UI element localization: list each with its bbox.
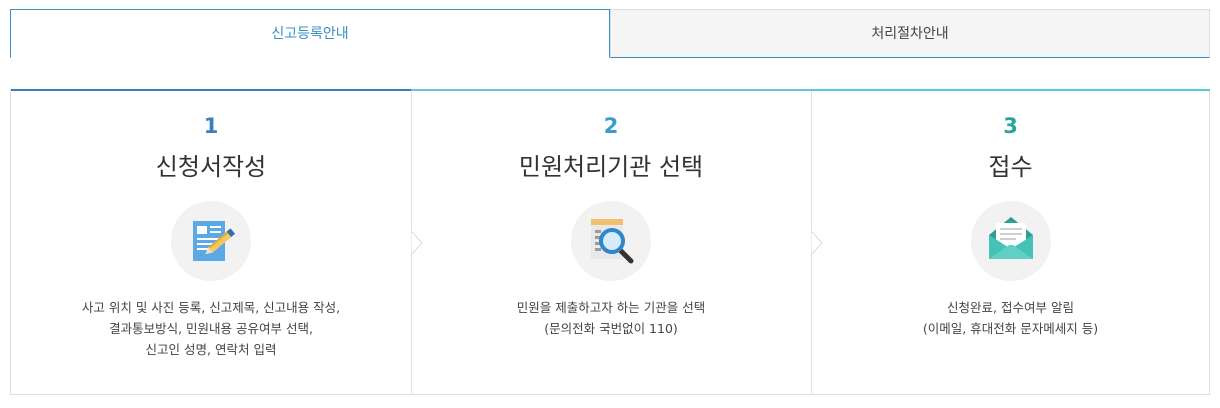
desc-line: 사고 위치 및 사진 등록, 신고제목, 신고내용 작성, xyxy=(81,300,341,315)
desc-line: 민원을 제출하고자 하는 기관을 선택 xyxy=(516,300,706,315)
step-title: 접수 xyxy=(988,153,1033,181)
step-number: 3 xyxy=(1003,114,1018,138)
step-icon-circle xyxy=(971,201,1051,281)
step-title: 신청서작성 xyxy=(155,153,267,181)
step-2: 2 민원처리기관 선택 민원을 제출하고자 하는 기관을 선택 (문의전화 국번… xyxy=(411,89,811,395)
step-1-accent-bar xyxy=(11,89,411,91)
step-number: 2 xyxy=(603,114,619,138)
desc-line: (문의전화 국번없이 110) xyxy=(544,321,678,336)
desc-line: 결과통보방식, 민원내용 공유여부 선택, xyxy=(109,321,313,336)
step-description: 신청완료, 접수여부 알림 (이메일, 휴대전화 문자메세지 등) xyxy=(811,297,1210,339)
step-2-accent-bar xyxy=(411,89,811,91)
tab-registration-guide[interactable]: 신고등록안내 xyxy=(10,9,610,58)
step-description: 민원을 제출하고자 하는 기관을 선택 (문의전화 국번없이 110) xyxy=(411,297,811,339)
tab-process-guide[interactable]: 처리절차안내 xyxy=(610,9,1210,58)
envelope-letter-icon xyxy=(989,217,1033,259)
step-description: 사고 위치 및 사진 등록, 신고제목, 신고내용 작성, 결과통보방식, 민원… xyxy=(11,297,411,360)
step-3-accent-bar xyxy=(811,89,1210,91)
step-icon-circle xyxy=(171,201,251,281)
tab-bar: 신고등록안내 처리절차안내 xyxy=(10,9,1210,59)
step-1: 1 신청서작성 사고 위치 및 사진 등록, 신고제목, 신고내용 작성, 결과… xyxy=(11,89,411,395)
desc-line: 신청완료, 접수여부 알림 xyxy=(947,300,1074,315)
step-icon-circle xyxy=(571,201,651,281)
step-title: 민원처리기관 선택 xyxy=(518,153,704,181)
step-3: 3 접수 신청완료, 접수여부 알림 (이메일, 휴대전화 문자메세지 등) xyxy=(811,89,1210,395)
step-number: 1 xyxy=(203,114,219,138)
steps-panel: 1 신청서작성 사고 위치 및 사진 등록, 신고제목, 신고내용 작성, 결과… xyxy=(10,89,1210,395)
document-pencil-icon xyxy=(193,221,236,261)
desc-line: 신고인 성명, 연락처 입력 xyxy=(145,342,277,357)
magnifier-document-icon xyxy=(591,219,634,264)
desc-line: (이메일, 휴대전화 문자메세지 등) xyxy=(922,321,1099,336)
